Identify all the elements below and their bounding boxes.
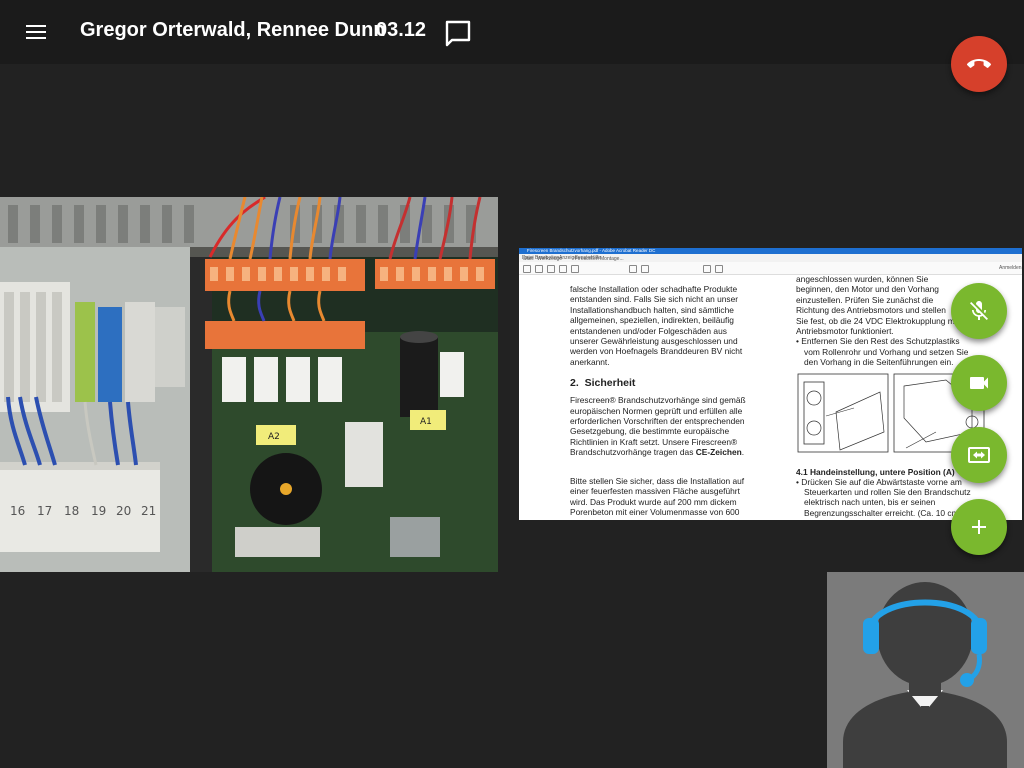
swap-view-button[interactable]	[951, 427, 1007, 483]
tab-start[interactable]: Start	[523, 256, 534, 262]
doc-text-fragment: Entfernen Sie den Rest des Schutzplastik…	[801, 336, 960, 347]
search-icon[interactable]	[571, 265, 579, 273]
sign-in-link[interactable]: Anmelden	[999, 265, 1022, 271]
terminal-label: 19	[91, 504, 106, 518]
terminal-label: 17	[37, 504, 52, 518]
phone-hangup-icon	[967, 59, 991, 68]
mail-icon[interactable]	[559, 265, 567, 273]
toggle-camera-button[interactable]	[951, 355, 1007, 411]
doc-text-line: erforderlichen Vorschriften der entsprec…	[570, 416, 745, 427]
terminal-label: 16	[10, 504, 25, 518]
doc-text-line: Installationshandbuch halten, sind sämtl…	[570, 304, 734, 315]
doc-text-fragment: Brandschutzvorhänge tragen das	[570, 447, 694, 458]
save-icon[interactable]	[523, 265, 531, 273]
hamburger-menu-icon[interactable]	[22, 20, 50, 44]
section-title: Sicherheit	[584, 377, 636, 390]
pcb-label: A2	[268, 432, 280, 442]
doc-text-line: Gesetzgebung, die bestimmte europäische	[570, 426, 730, 437]
mute-microphone-button[interactable]	[951, 283, 1007, 339]
highlight-icon[interactable]	[715, 265, 723, 273]
doc-text-line: entstanden sind. Falls Sie sich nicht an…	[570, 294, 739, 305]
terminal-label: 18	[64, 504, 79, 518]
doc-text-fragment: Drücken Sie auf die Abwärtstaste vorne a…	[801, 476, 962, 487]
select-icon[interactable]	[629, 265, 637, 273]
remote-video-feed: 16 17 18 19 20 21 A2 A1	[0, 197, 498, 572]
doc-text-line: wird. Das Produkt wurde auf 200 mm dicke…	[570, 496, 737, 507]
comment-icon[interactable]	[703, 265, 711, 273]
doc-bullet-line: • Entfernen Sie den Rest des Schutzplast…	[796, 336, 960, 347]
document-left-column: falsche Installation oder schadhafte Pro…	[570, 284, 770, 517]
call-participants-title: Gregor Orterwald, Rennee Dunn	[80, 19, 386, 41]
print-icon[interactable]	[547, 265, 555, 273]
pcb-label: A1	[420, 417, 432, 427]
tab-tools[interactable]: Werkzeuge	[537, 256, 562, 262]
doc-text-line: vom Rollenrohr und Vorhang und setzen Si…	[804, 346, 969, 357]
doc-text-line: Porenbeton mit einer Volumenmasse von 60…	[570, 506, 740, 517]
doc-text-line: falsche Installation oder schadhafte Pro…	[570, 284, 738, 294]
doc-text-line: europäischen Normen geprüft und erfüllen…	[570, 405, 743, 416]
doc-text-line: entstandenen und/oder Folgeschäden aus	[570, 325, 727, 336]
top-app-bar: Gregor Orterwald, Rennee Dunn 03.12	[0, 0, 1024, 64]
chat-bubble-icon[interactable]	[442, 18, 474, 50]
document-window-title: Firescreen Brandschutzvorhang.pdf - Adob…	[527, 248, 656, 253]
doc-text-line: Richtlinien in Kraft setzt. Unsere Fires…	[570, 436, 738, 447]
doc-text-line: werden von Hoefnagels Branddeuren BV nic…	[570, 346, 743, 357]
section-number: 2.	[570, 377, 579, 390]
swap-view-icon	[968, 447, 990, 463]
doc-emphasis: CE-Zeichen	[695, 447, 742, 458]
tab-document[interactable]: Firescreen Montage...	[575, 256, 624, 262]
doc-section-heading: 2. Sicherheit	[570, 377, 770, 389]
doc-text-line: anerkannt.	[570, 356, 610, 367]
doc-text-line: unserer Gewährleistung ausgeschlossen un…	[570, 336, 738, 347]
self-view-tile[interactable]	[827, 572, 1024, 768]
doc-text-line: einer feuerfesten massiven Fläche ausgef…	[570, 486, 740, 497]
terminal-label: 20	[116, 504, 131, 518]
hang-up-button[interactable]	[951, 36, 1007, 92]
hand-icon[interactable]	[641, 265, 649, 273]
call-duration: 03.12	[376, 19, 427, 41]
upload-icon[interactable]	[535, 265, 543, 273]
person-headset-icon	[843, 582, 1007, 768]
shared-screen-document: Firescreen Brandschutzvorhang.pdf - Adob…	[519, 248, 1022, 520]
add-button[interactable]	[951, 499, 1007, 555]
videocam-icon	[970, 377, 988, 389]
doc-text-line: Bitte stellen Sie sicher, dass die Insta…	[570, 475, 745, 486]
doc-text-line: allgemeinen, speziellen, indirekten, bei…	[570, 315, 734, 326]
doc-text-line: angeschlossen wurden, können Sie	[796, 274, 929, 284]
doc-text-line: Steuerkarten und rollen Sie den Brandsch…	[804, 487, 971, 498]
mic-off-icon	[970, 301, 988, 320]
doc-text-line: Firescreen® Brandschutzvorhänge sind gem…	[570, 395, 746, 406]
add-icon	[972, 520, 986, 534]
terminal-label: 21	[141, 504, 156, 518]
doc-text-line: Brandschutzvorhänge tragen das CE-Zeiche…	[570, 447, 745, 458]
